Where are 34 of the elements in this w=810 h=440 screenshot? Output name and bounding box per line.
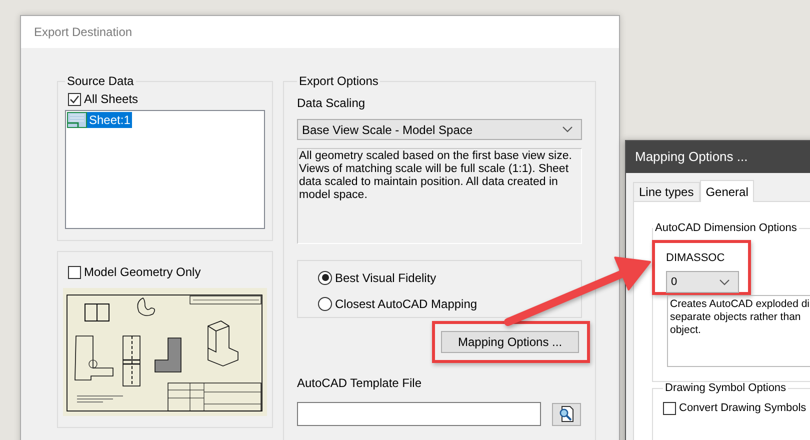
radio-button[interactable] bbox=[318, 296, 332, 310]
radio-label: Closest AutoCAD Mapping bbox=[335, 296, 478, 310]
window-title: Export Destination bbox=[21, 16, 619, 48]
field-label: AutoCAD Template File bbox=[297, 376, 422, 390]
group-label: Source Data bbox=[66, 74, 135, 88]
checkbox[interactable] bbox=[663, 402, 676, 414]
group-label: Export Options bbox=[298, 74, 380, 88]
checkbox-label: Convert Drawing Symbols bbox=[679, 402, 806, 414]
group-label: AutoCAD Dimension Options bbox=[654, 222, 798, 234]
browse-button[interactable] bbox=[552, 402, 581, 426]
caret-icon bbox=[719, 278, 730, 286]
group-label: Drawing Symbol Options bbox=[664, 382, 788, 394]
field-label: Data Scaling bbox=[297, 96, 366, 110]
search-icon bbox=[557, 405, 576, 423]
description-text: Creates AutoCAD exploded di bbox=[670, 298, 810, 311]
checkbox-label: Model Geometry Only bbox=[84, 265, 201, 279]
window-title: Mapping Options ... bbox=[626, 141, 810, 173]
template-file-field[interactable] bbox=[297, 402, 541, 426]
tab[interactable]: General bbox=[700, 180, 754, 202]
radio-button[interactable] bbox=[318, 270, 332, 284]
sheet-icon bbox=[67, 112, 87, 128]
mapping-options-button[interactable]: Mapping Options ... bbox=[441, 331, 579, 353]
caret-icon bbox=[562, 126, 573, 133]
checkbox[interactable] bbox=[68, 266, 81, 278]
dropdown[interactable]: 0 bbox=[666, 271, 739, 293]
field-label: DIMASSOC bbox=[666, 251, 726, 265]
description-text: object. bbox=[670, 324, 702, 337]
tab[interactable]: Line types bbox=[633, 182, 700, 201]
checkbox[interactable] bbox=[68, 92, 81, 106]
description-text: All geometry scaled based on the first base view size. Views of matching scale will be full scale (1:1). Sheet data scaled to maintain position. All data created in model space. bbox=[297, 148, 582, 244]
description-text: separate objects rather than bbox=[670, 311, 802, 324]
dropdown[interactable]: Base View Scale - Model Space bbox=[297, 119, 582, 140]
radio-label: Best Visual Fidelity bbox=[335, 270, 436, 284]
checkbox-label: All Sheets bbox=[84, 92, 138, 106]
